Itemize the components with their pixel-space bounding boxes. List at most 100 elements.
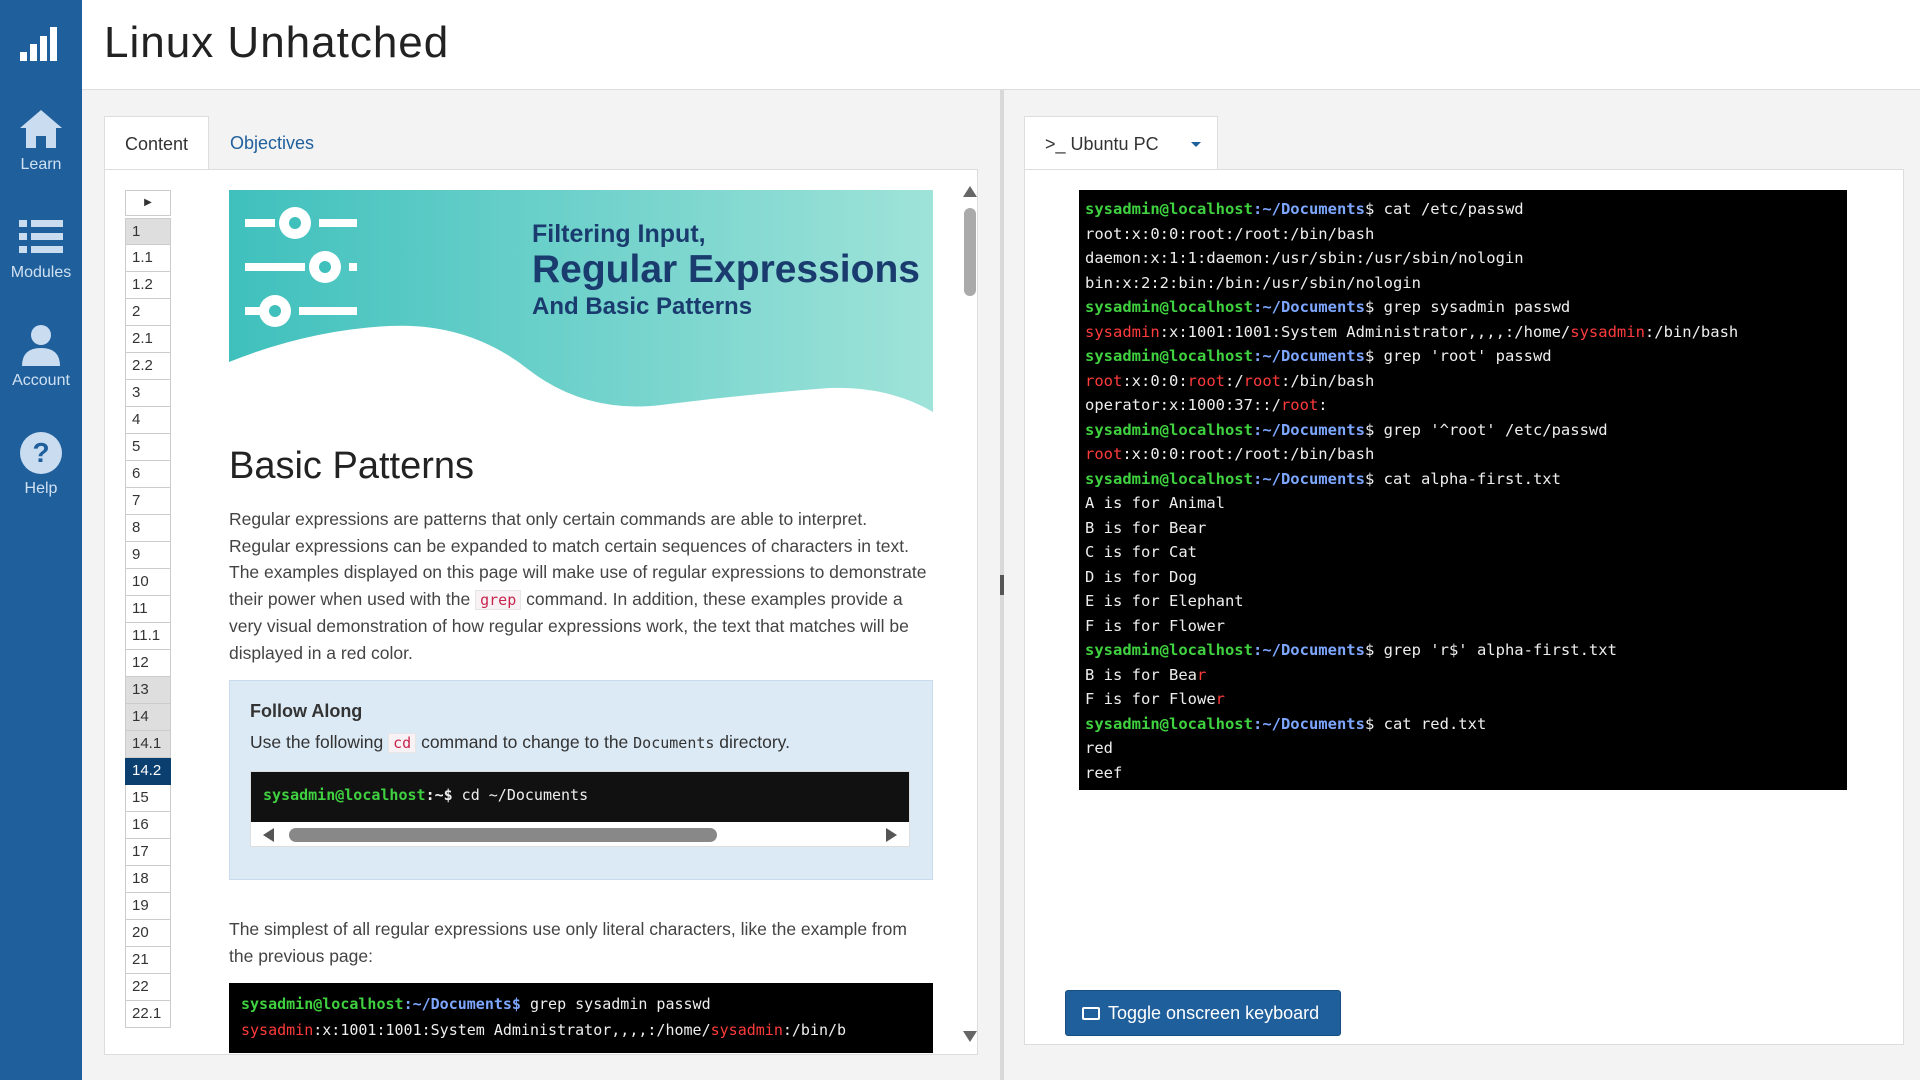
intro-paragraph: Regular expressions are patterns that on…: [229, 506, 933, 666]
toc-item[interactable]: 11.1: [125, 623, 171, 650]
command-text: grep sysadmin passwd: [520, 995, 711, 1013]
output-text: :x:0:0:: [1122, 371, 1188, 390]
toc-item[interactable]: 22: [125, 974, 171, 1001]
terminal-line: sysadmin@localhost:~/Documents$ grep 'ro…: [1085, 344, 1841, 369]
toc-item[interactable]: 2.2: [125, 353, 171, 380]
match-text: r: [1215, 690, 1225, 708]
terminal-line: bin:x:2:2:bin:/bin:/usr/sbin/nologin: [1085, 271, 1841, 296]
output-text: D is for Dog: [1085, 567, 1197, 586]
terminal-line: A is for Animal: [1085, 491, 1841, 516]
code-block: sysadmin@localhost:~$ cd ~/Documents: [251, 772, 909, 822]
terminal-line: F is for Flower: [1085, 687, 1841, 712]
terminal-line: B is for Bear: [1085, 663, 1841, 688]
match-text: root: [1085, 445, 1123, 463]
toc-item[interactable]: 9: [125, 542, 171, 569]
scroll-down-icon[interactable]: [963, 1031, 977, 1042]
prompt-user: sysadmin@localhost: [1085, 469, 1253, 488]
toggle-keyboard-button[interactable]: Toggle onscreen keyboard: [1065, 990, 1341, 1036]
tab-ubuntu-pc[interactable]: >_ Ubuntu PC: [1024, 116, 1218, 170]
toc-item[interactable]: 1.1: [125, 245, 171, 272]
toc-item[interactable]: 18: [125, 866, 171, 893]
toc-item[interactable]: 11: [125, 596, 171, 623]
toc-item[interactable]: 17: [125, 839, 171, 866]
toc-item[interactable]: 21: [125, 947, 171, 974]
toc-item[interactable]: 1: [125, 218, 171, 245]
output-text: B is for Bear: [1085, 518, 1207, 537]
toc-item[interactable]: 20: [125, 920, 171, 947]
terminal-panel: sysadmin@localhost:~/Documents$ cat /etc…: [1024, 169, 1904, 1045]
toc-item[interactable]: 19: [125, 893, 171, 920]
toc-toggle-button[interactable]: ▶: [125, 190, 171, 216]
toc-item[interactable]: 10: [125, 569, 171, 596]
sidebar-item-label: Learn: [20, 156, 62, 173]
follow-along-terminal[interactable]: sysadmin@localhost:~$ cd ~/Documents: [250, 771, 910, 847]
caret-right-icon: ▶: [144, 197, 152, 208]
content-panel: ▶ 1 1.1 1.2 2 2.1 2.2 3 4 5 6 7 8 9 10 11 11.1 12 13 14 14.…: [104, 169, 978, 1055]
scroll-right-icon[interactable]: [886, 828, 897, 842]
inline-code-cd: cd: [388, 733, 417, 753]
toc-item[interactable]: 4: [125, 407, 171, 434]
terminal-screen[interactable]: sysadmin@localhost:~/Documents$ cat /etc…: [1079, 190, 1847, 790]
follow-along-text: Use the following cd command to change t…: [250, 732, 912, 753]
output-text: F is for Flower: [1085, 616, 1225, 635]
toc-item[interactable]: 2: [125, 299, 171, 326]
toc-item[interactable]: 16: [125, 812, 171, 839]
match-text: root: [1085, 371, 1123, 390]
toc-item[interactable]: 15: [125, 785, 171, 812]
toc-item[interactable]: 7: [125, 488, 171, 515]
output-text: $ grep 'root' passwd: [1364, 347, 1552, 365]
terminal-line: sysadmin@localhost:~/Documents$ grep 'r$…: [1085, 638, 1841, 663]
output-text: root:x:0:0:root:/root:/bin/bash: [1085, 224, 1375, 243]
sidebar-item-help[interactable]: ? Help: [0, 428, 82, 518]
terminal-line: C is for Cat: [1085, 540, 1841, 565]
horizontal-scrollbar[interactable]: [251, 822, 909, 846]
toc-item[interactable]: 13: [125, 677, 171, 704]
sidebar-item-learn[interactable]: Learn: [0, 104, 82, 194]
tab-content[interactable]: Content: [104, 116, 210, 170]
toc-item[interactable]: 12: [125, 650, 171, 677]
terminal-line: sysadmin@localhost:~/Documents$ cat red.…: [1085, 712, 1841, 737]
prompt-path: :~/Documents: [1252, 420, 1365, 439]
button-label: Toggle onscreen keyboard: [1108, 1003, 1320, 1023]
toc-item[interactable]: 8: [125, 515, 171, 542]
prompt-user: sysadmin@localhost: [1085, 641, 1253, 659]
scrollbar-thumb[interactable]: [289, 828, 717, 842]
toc-item[interactable]: 14.2: [125, 758, 171, 785]
prompt-path: :~/Documents$: [403, 995, 521, 1013]
banner-line-1: Filtering Input,: [532, 220, 706, 248]
output-text: :/: [1224, 371, 1244, 390]
toc-item[interactable]: 5: [125, 434, 171, 461]
terminal-line: sysadmin:x:1001:1001:System Administrato…: [1085, 320, 1841, 345]
inline-code-grep: grep: [475, 589, 522, 610]
vertical-scrollbar[interactable]: [961, 180, 979, 1050]
toc-item[interactable]: 6: [125, 461, 171, 488]
prompt-user: sysadmin@localhost: [263, 786, 426, 804]
terminal-line: root:x:0:0:root:/root:/bin/bash: [1085, 369, 1841, 394]
chevron-down-icon[interactable]: [1191, 142, 1201, 147]
toc-item[interactable]: 1.2: [125, 272, 171, 299]
terminal-line: sysadmin:x:1001:1001:System Administrato…: [241, 1017, 921, 1043]
toc-item[interactable]: 3: [125, 380, 171, 407]
sidebar-item-account[interactable]: Account: [0, 320, 82, 410]
terminal-line: sysadmin@localhost:~/Documents$ cat /etc…: [1085, 197, 1841, 222]
output-text: $ grep sysadmin passwd: [1364, 298, 1571, 316]
output-text: :/bin/bash: [1280, 371, 1375, 390]
example-terminal: sysadmin@localhost:~/Documents$ grep sys…: [229, 983, 933, 1053]
toc-item[interactable]: 22.1: [125, 1001, 171, 1028]
sidebar-item-modules[interactable]: Modules: [0, 212, 82, 302]
sliders-icon: [245, 207, 357, 327]
toc-item[interactable]: 14.1: [125, 731, 171, 758]
scroll-up-icon[interactable]: [963, 186, 977, 197]
prompt-path: :~/Documents: [1252, 200, 1365, 218]
scroll-left-icon[interactable]: [263, 828, 274, 842]
toc-item[interactable]: 14: [125, 704, 171, 731]
command-text: cd ~/Documents: [452, 786, 589, 804]
table-of-contents: ▶ 1 1.1 1.2 2 2.1 2.2 3 4 5 6 7 8 9 10 11 11.1 12 13 14 14.…: [125, 190, 171, 1028]
terminal-line: root:x:0:0:root:/root:/bin/bash: [1085, 442, 1841, 467]
terminal-line: root:x:0:0:root:/root:/bin/bash: [1085, 222, 1841, 247]
netacad-logo-icon[interactable]: [20, 24, 60, 64]
scrollbar-thumb[interactable]: [964, 208, 976, 296]
toc-item[interactable]: 2.1: [125, 326, 171, 353]
output-text: F is for Flowe: [1085, 690, 1216, 708]
tab-objectives[interactable]: Objectives: [210, 116, 334, 170]
